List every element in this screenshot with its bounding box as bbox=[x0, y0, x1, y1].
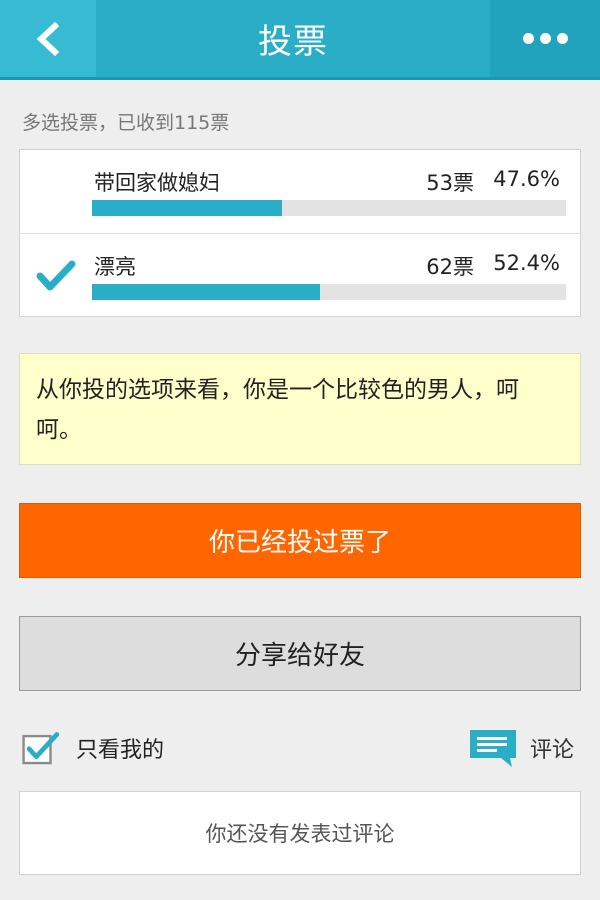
more-dots-icon bbox=[520, 29, 571, 48]
option-progress-bar bbox=[92, 284, 566, 300]
only-mine-filter[interactable]: 只看我的 bbox=[22, 727, 164, 769]
comment-list-empty: 你还没有发表过评论 bbox=[19, 791, 581, 875]
option-progress-fill bbox=[92, 200, 282, 216]
option-progress-fill bbox=[92, 284, 320, 300]
option-votes: 62票 bbox=[426, 255, 474, 279]
option-percent: 47.6% bbox=[493, 167, 560, 191]
comment-icon bbox=[469, 730, 516, 767]
option-progress-bar bbox=[92, 200, 566, 216]
option-label: 带回家做媳妇 bbox=[94, 171, 220, 195]
option-label: 漂亮 bbox=[94, 255, 136, 279]
result-note: 从你投的选项来看，你是一个比较色的男人，呵呵。 bbox=[19, 353, 581, 465]
back-button[interactable] bbox=[0, 0, 96, 77]
more-button[interactable] bbox=[490, 0, 600, 77]
comment-label: 评论 bbox=[529, 738, 574, 763]
poll-option[interactable]: 带回家做媳妇 53票 47.6% bbox=[20, 150, 580, 234]
comment-button[interactable]: 评论 bbox=[468, 727, 574, 769]
option-votes: 53票 bbox=[426, 171, 474, 195]
filter-label: 只看我的 bbox=[76, 738, 165, 763]
option-percent: 52.4% bbox=[493, 251, 560, 275]
poll-option[interactable]: 漂亮 62票 52.4% bbox=[20, 234, 580, 317]
checkmark-icon bbox=[36, 260, 76, 291]
page-title: 投票 bbox=[258, 22, 328, 62]
checkbox-checked-icon[interactable] bbox=[22, 729, 60, 767]
vote-summary: 多选投票，已收到115票 bbox=[22, 112, 230, 134]
voted-button[interactable]: 你已经投过票了 bbox=[19, 503, 581, 578]
chevron-left-icon bbox=[36, 21, 60, 56]
app-header: 投票 bbox=[0, 0, 600, 80]
poll-results: 带回家做媳妇 53票 47.6% 漂亮 62票 52.4% bbox=[19, 149, 581, 317]
share-button[interactable]: 分享给好友 bbox=[19, 616, 581, 691]
